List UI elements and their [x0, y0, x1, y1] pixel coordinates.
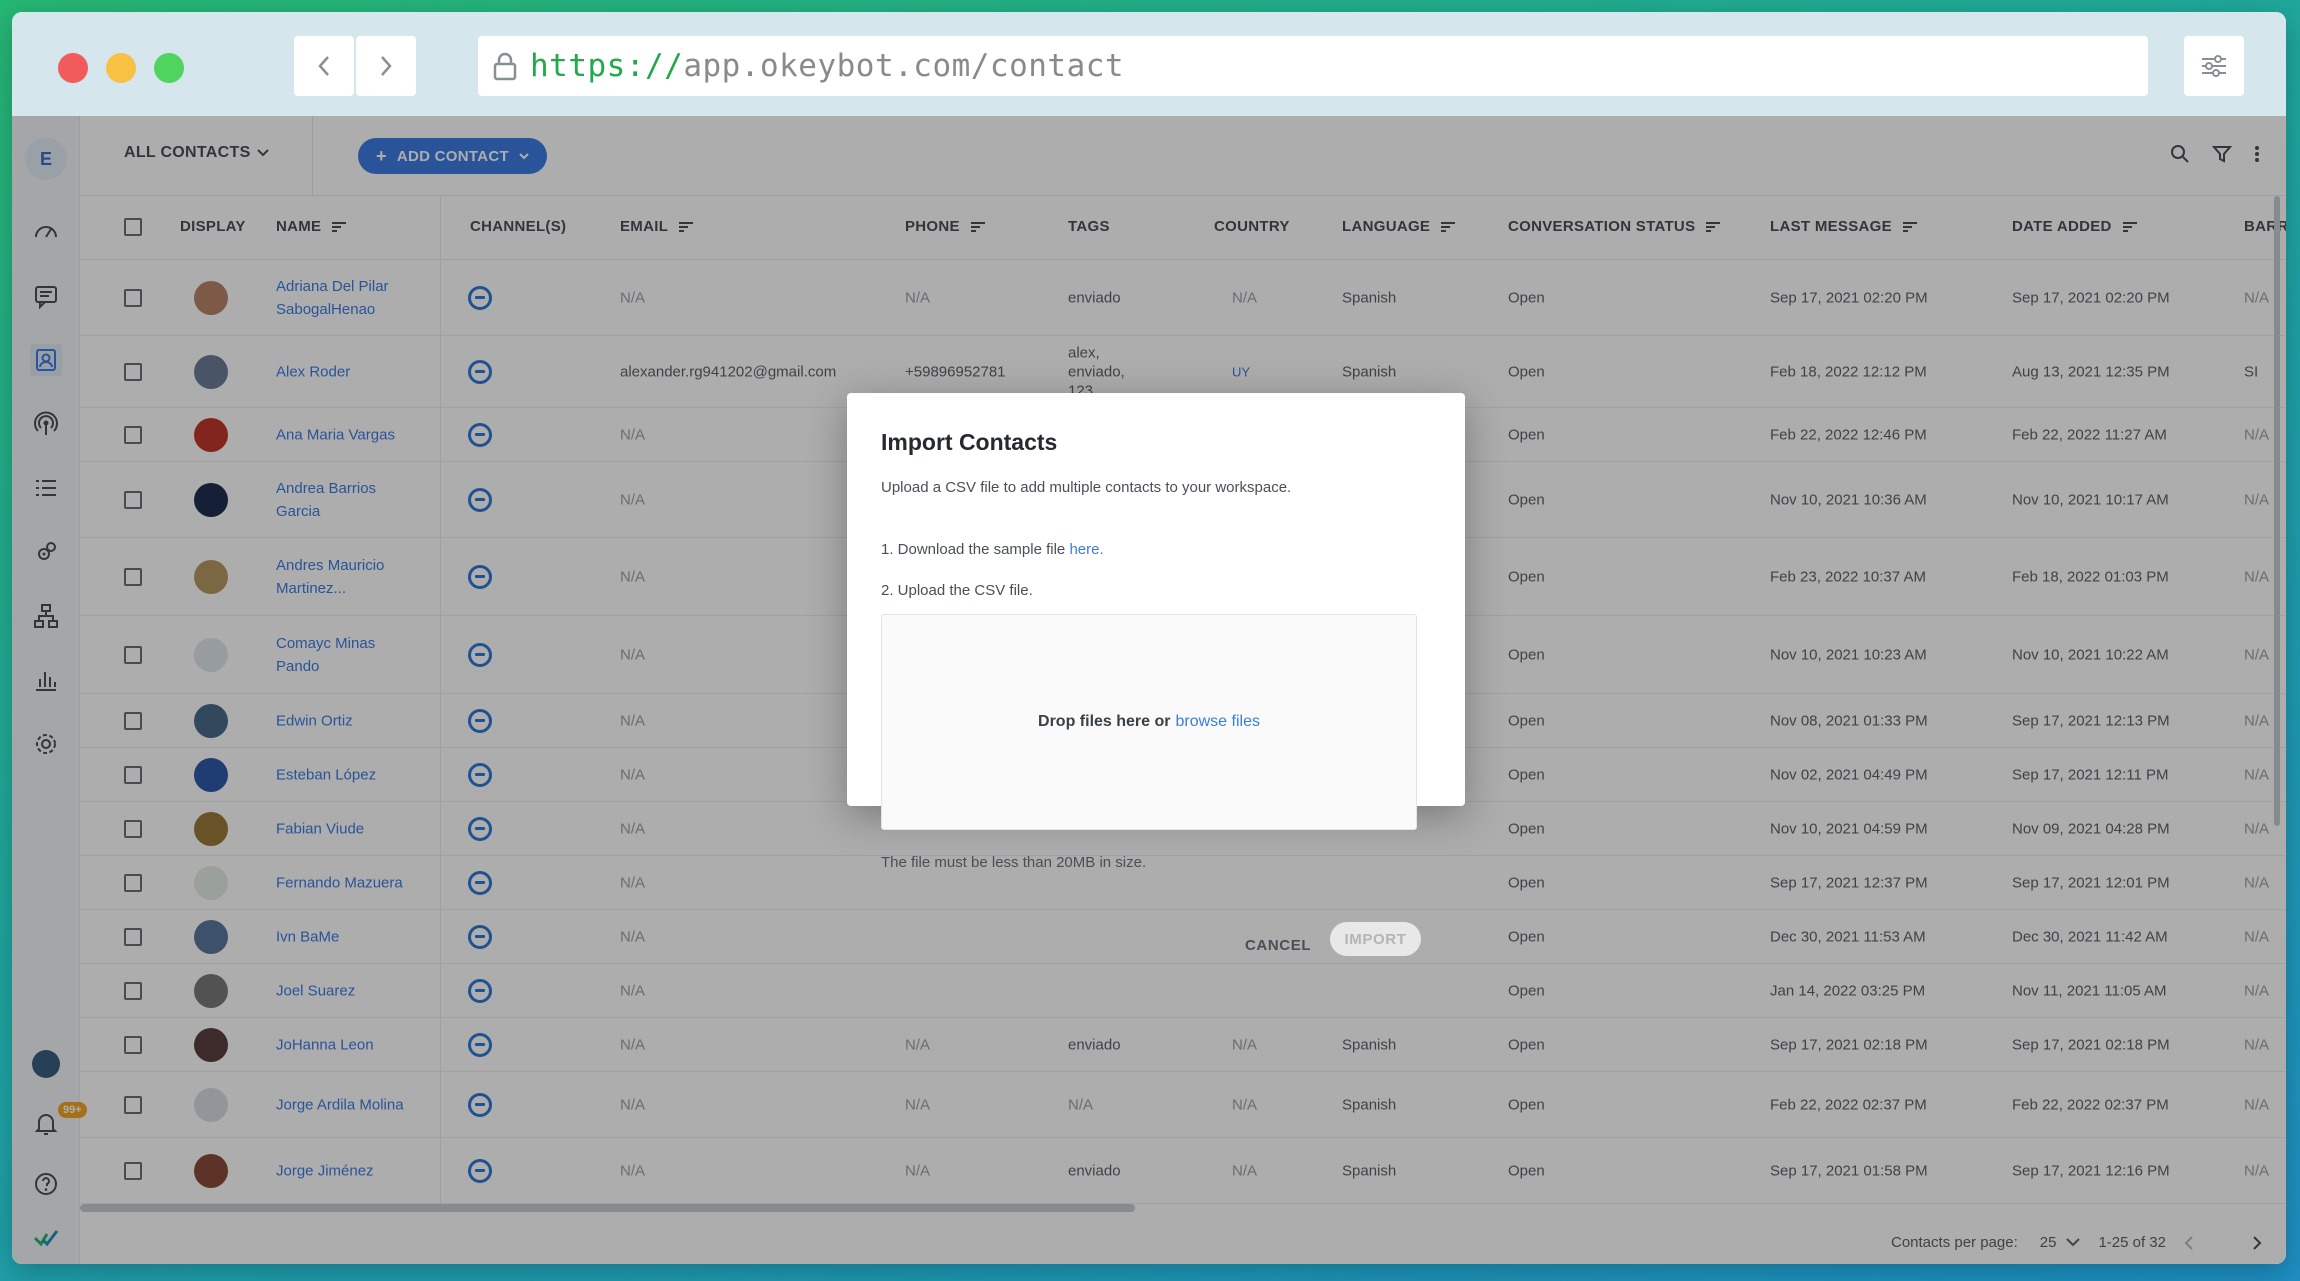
step-download: 1. Download the sample file here.	[881, 541, 1104, 558]
step-download-period: .	[1099, 541, 1104, 558]
import-contacts-dialog: Import Contacts Upload a CSV file to add…	[847, 393, 1465, 956]
dialog-subtitle: Upload a CSV file to add multiple contac…	[881, 479, 1292, 496]
file-size-note: The file must be less than 20MB in size.	[881, 854, 1147, 871]
chevron-right-icon	[381, 56, 392, 76]
browser-chrome: https://app.okeybot.com/contact	[12, 12, 2286, 116]
url-protocol: https://	[530, 48, 684, 84]
drop-text: Drop files here or	[1038, 713, 1171, 730]
forward-button[interactable]	[356, 36, 416, 96]
browser-window: https://app.okeybot.com/contact E 99+ AL…	[12, 12, 2286, 1264]
step-download-text: 1. Download the sample file	[881, 541, 1070, 558]
back-button[interactable]	[294, 36, 354, 96]
cancel-button[interactable]: CANCEL	[1233, 929, 1323, 962]
chevron-left-icon	[318, 56, 329, 76]
sample-file-link[interactable]: here	[1069, 541, 1099, 558]
browser-settings-button[interactable]	[2184, 36, 2244, 96]
sliders-icon	[2202, 55, 2226, 77]
import-button[interactable]: IMPORT	[1330, 922, 1421, 956]
lock-icon	[493, 52, 517, 81]
url-text: https://app.okeybot.com/contact	[530, 48, 1124, 84]
step-upload: 2. Upload the CSV file.	[881, 582, 1033, 599]
close-window-button[interactable]	[58, 53, 88, 83]
dialog-title: Import Contacts	[881, 429, 1058, 455]
maximize-window-button[interactable]	[154, 53, 184, 83]
minimize-window-button[interactable]	[106, 53, 136, 83]
url-path: app.okeybot.com/contact	[683, 48, 1125, 84]
browse-files-link[interactable]: browse files	[1176, 713, 1260, 731]
address-bar[interactable]: https://app.okeybot.com/contact	[478, 36, 2148, 96]
file-dropzone[interactable]: Drop files here or browse files	[881, 614, 1417, 830]
